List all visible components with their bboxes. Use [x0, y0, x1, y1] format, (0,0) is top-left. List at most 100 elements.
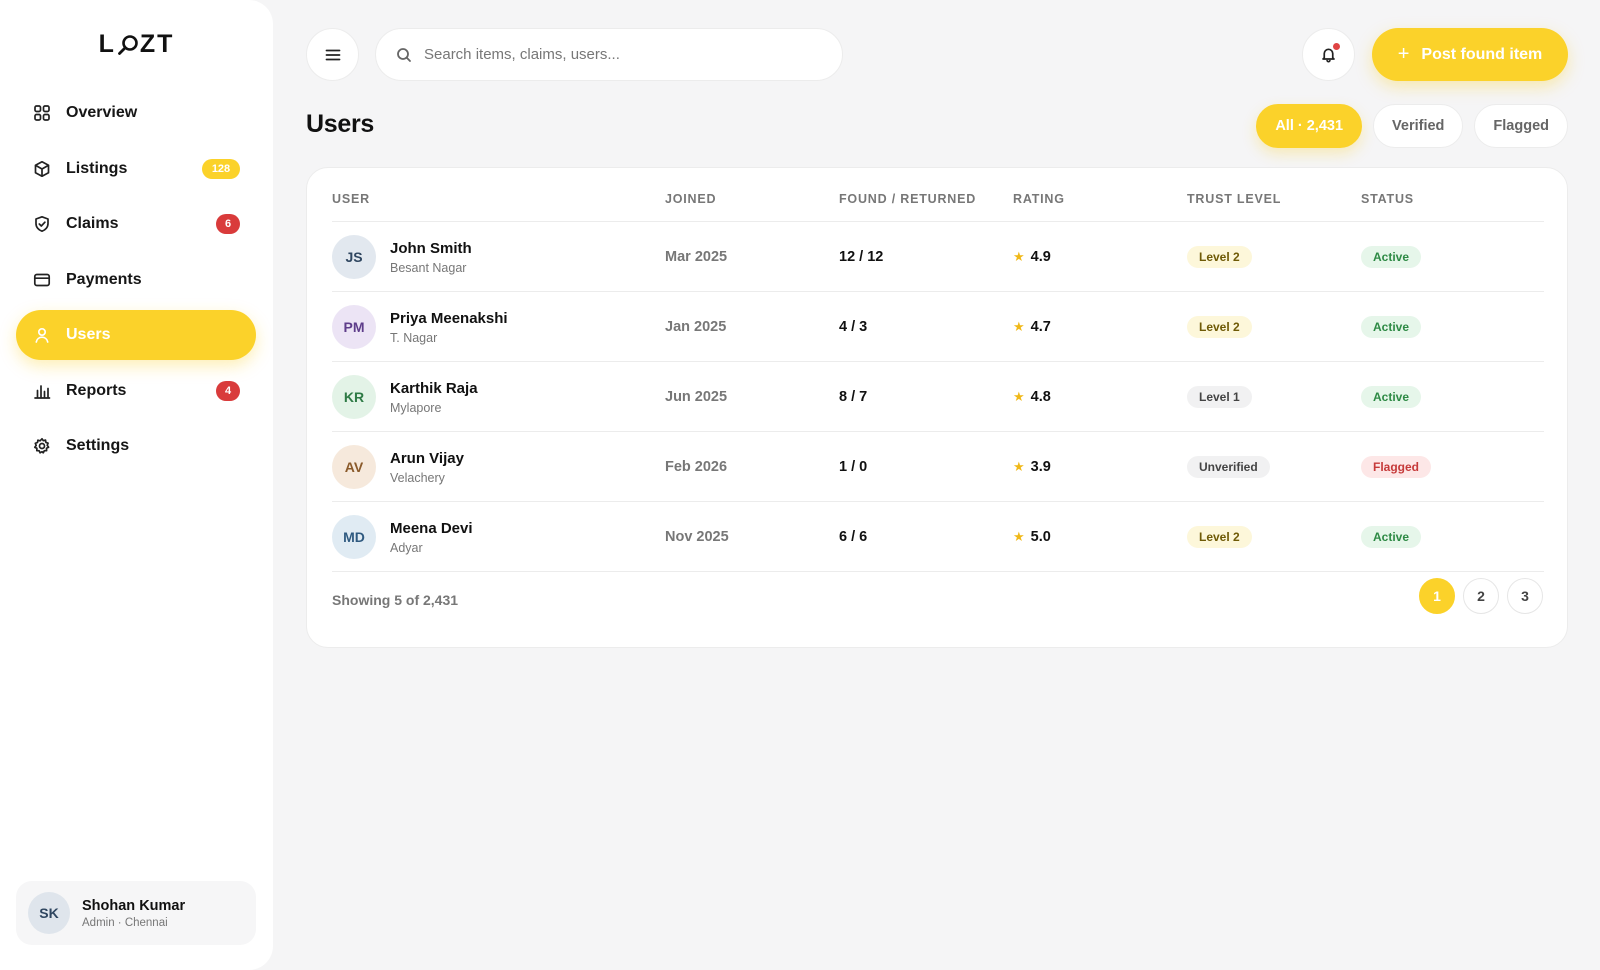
page-button-3[interactable]: 3: [1507, 578, 1543, 614]
found-returned: 4 / 3: [839, 319, 868, 335]
rating-value: 4.8: [1030, 389, 1051, 405]
filter-flagged[interactable]: Flagged: [1474, 104, 1568, 148]
column-header-status[interactable]: STATUS: [1361, 192, 1414, 206]
avatar: SK: [28, 892, 70, 934]
pagination: 1 2 3: [1419, 578, 1543, 614]
sidebar-item-reports[interactable]: Reports 4: [16, 366, 256, 416]
sidebar-item-settings[interactable]: Settings: [16, 421, 256, 471]
user-name[interactable]: Karthik Raja: [390, 380, 478, 397]
found-returned: 12 / 12: [839, 249, 884, 265]
notifications-button[interactable]: [1302, 28, 1355, 81]
status-badge: Active: [1361, 386, 1422, 408]
rating-value: 5.0: [1030, 529, 1051, 545]
sidebar-item-claims[interactable]: Claims 6: [16, 199, 256, 249]
menu-button[interactable]: [306, 28, 359, 81]
found-returned: 1 / 0: [839, 459, 868, 475]
reports-count-badge: 4: [216, 380, 240, 401]
joined-date: Jan 2025: [665, 319, 727, 335]
user-profile-card[interactable]: SK Shohan Kumar Admin · Chennai: [16, 881, 256, 945]
column-header-user[interactable]: USER: [332, 192, 370, 206]
trust-level-badge: Level 2: [1187, 316, 1252, 338]
user-avatar: AV: [332, 445, 376, 489]
sidebar-item-listings[interactable]: Listings 128: [16, 144, 256, 194]
post-button-label: Post found item: [1421, 45, 1543, 63]
sidebar-item-users[interactable]: Users: [16, 310, 256, 360]
column-header-found-returned[interactable]: FOUND / RETURNED: [839, 192, 976, 206]
rating-cell: ★ 4.9: [1013, 222, 1051, 292]
status-badge: Active: [1361, 526, 1422, 548]
status-badge: Active: [1361, 316, 1422, 338]
sidebar-item-label: Overview: [66, 104, 138, 121]
gear-icon: [33, 437, 51, 455]
trust-level-badge: Level 1: [1187, 386, 1252, 408]
table-header: USER JOINED FOUND / RETURNED RATING TRUS…: [332, 192, 1544, 222]
table-row[interactable]: AV Arun Vijay Velachery Feb 2026 1 / 0 ★…: [332, 432, 1544, 502]
user-icon: [33, 326, 51, 344]
claims-count-badge: 6: [216, 214, 240, 234]
logo-text-right: ZT: [139, 30, 175, 58]
filter-all[interactable]: All · 2,431: [1256, 104, 1363, 148]
column-header-joined[interactable]: JOINED: [665, 192, 716, 206]
logo-text-left: L: [98, 30, 116, 58]
rating-value: 4.9: [1030, 249, 1051, 265]
user-location: T. Nagar: [390, 330, 438, 345]
filter-verified[interactable]: Verified: [1373, 104, 1464, 148]
post-found-item-button[interactable]: + Post found item: [1372, 28, 1568, 81]
star-icon: ★: [1013, 389, 1025, 404]
sidebar-item-overview[interactable]: Overview: [16, 88, 256, 138]
user-location: Besant Nagar: [390, 260, 467, 275]
star-icon: ★: [1013, 319, 1025, 334]
table-row[interactable]: JS John Smith Besant Nagar Mar 2025 12 /…: [332, 222, 1544, 292]
joined-date: Jun 2025: [665, 389, 728, 405]
search-input[interactable]: [424, 46, 804, 63]
hamburger-icon: [325, 49, 340, 60]
user-name[interactable]: John Smith: [390, 240, 472, 257]
trust-level-badge: Level 2: [1187, 526, 1252, 548]
sidebar-item-label: Reports: [66, 381, 127, 399]
status-badge: Active: [1361, 246, 1422, 268]
sidebar-item-label: Payments: [66, 270, 142, 288]
results-count: Showing 5 of 2,431: [332, 592, 459, 608]
star-icon: ★: [1013, 529, 1025, 544]
table-row[interactable]: MD Meena Devi Adyar Nov 2025 6 / 6 ★ 5.0 …: [332, 502, 1544, 572]
user-location: Velachery: [390, 470, 445, 485]
user-name[interactable]: Arun Vijay: [390, 450, 464, 467]
table-row[interactable]: KR Karthik Raja Mylapore Jun 2025 8 / 7 …: [332, 362, 1544, 432]
joined-date: Mar 2025: [665, 249, 728, 265]
joined-date: Feb 2026: [665, 459, 728, 475]
sidebar-item-label: Claims: [66, 215, 119, 232]
trust-level-badge: Level 2: [1187, 246, 1252, 268]
trust-level-badge: Unverified: [1187, 456, 1270, 478]
sidebar: L ZT Overview Listings 128 Claims 6 Paym…: [0, 0, 273, 970]
search-icon: [397, 47, 411, 62]
grid-icon: [33, 104, 51, 122]
profile-name: Shohan Kumar: [82, 897, 186, 914]
user-name[interactable]: Priya Meenakshi: [390, 310, 508, 327]
notification-dot: [1332, 42, 1341, 51]
sidebar-item-label: Users: [66, 326, 111, 343]
star-icon: ★: [1013, 459, 1025, 474]
sidebar-item-payments[interactable]: Payments: [16, 255, 256, 305]
sidebar-nav: Overview Listings 128 Claims 6 Payments …: [16, 88, 256, 477]
table-row[interactable]: PM Priya Meenakshi T. Nagar Jan 2025 4 /…: [332, 292, 1544, 362]
users-table-card: USER JOINED FOUND / RETURNED RATING TRUS…: [306, 167, 1568, 648]
credit-card-icon: [33, 271, 51, 289]
app-logo[interactable]: L ZT: [0, 30, 273, 59]
user-avatar: PM: [332, 305, 376, 349]
found-returned: 6 / 6: [839, 529, 868, 545]
column-header-rating[interactable]: RATING: [1013, 192, 1065, 206]
column-header-trust-level[interactable]: TRUST LEVEL: [1187, 192, 1281, 206]
page-button-2[interactable]: 2: [1463, 578, 1499, 614]
user-location: Adyar: [390, 540, 423, 555]
sidebar-item-label: Listings: [66, 159, 128, 177]
rating-value: 4.7: [1030, 319, 1051, 335]
user-avatar: MD: [332, 515, 376, 559]
plus-icon: +: [1397, 43, 1410, 65]
user-name[interactable]: Meena Devi: [390, 520, 473, 537]
user-avatar: KR: [332, 375, 376, 419]
magnifier-logo-icon: [117, 34, 139, 56]
page-button-1[interactable]: 1: [1419, 578, 1455, 614]
rating-value: 3.9: [1030, 459, 1051, 475]
user-location: Mylapore: [390, 400, 442, 415]
listings-count-badge: 128: [202, 158, 240, 179]
